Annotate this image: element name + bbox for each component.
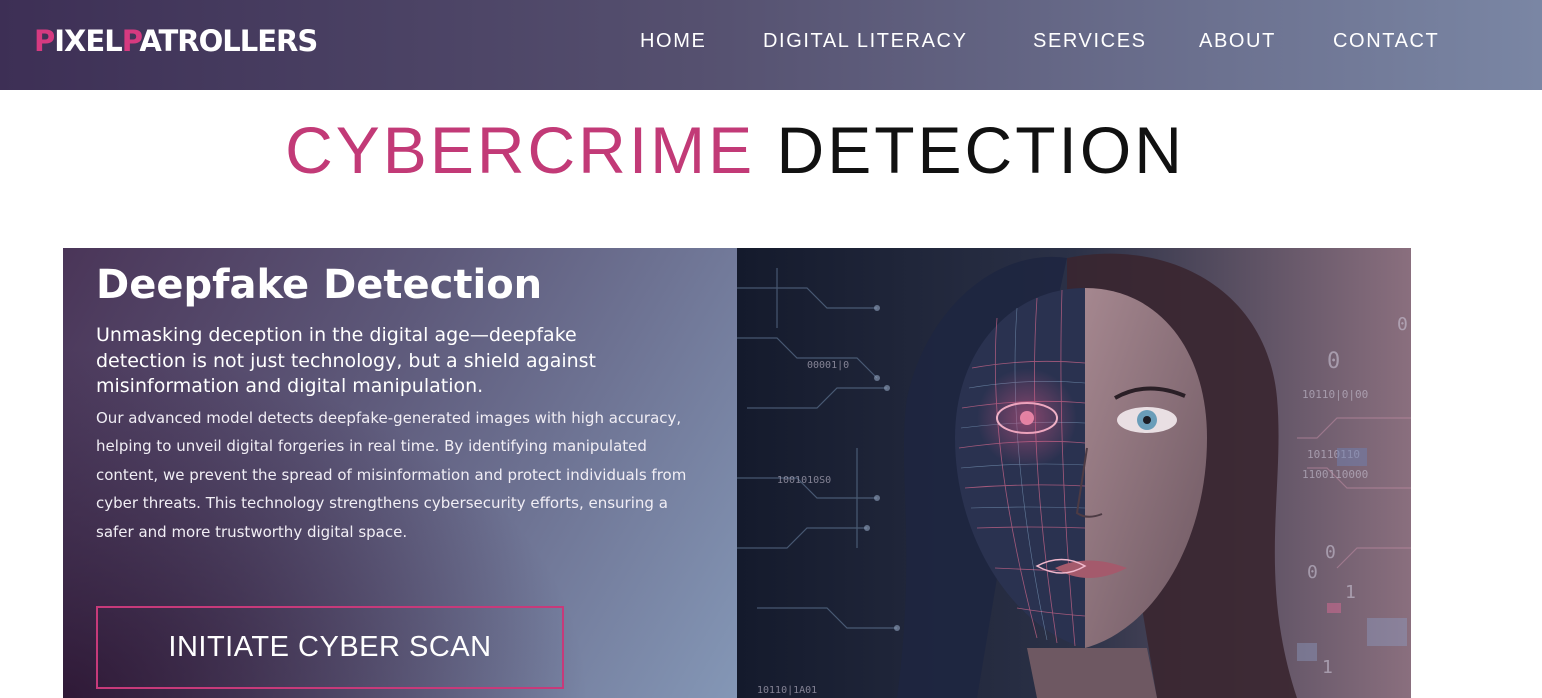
deepfake-card: Deepfake Detection Unmasking deception i…: [63, 248, 737, 698]
page-title-accent: CYBERCRIME: [285, 113, 756, 187]
svg-text:00001|0: 00001|0: [807, 360, 849, 371]
card-body: Our advanced model detects deepfake-gene…: [96, 409, 687, 541]
nav-link-contact[interactable]: CONTACT: [1333, 30, 1439, 53]
nav-link-digital-literacy[interactable]: DIGITAL LITERACY: [763, 30, 968, 53]
top-navbar: PIXELPATROLLERS HOME DIGITAL LITERACY SE…: [0, 0, 1542, 90]
svg-text:0: 0: [1327, 349, 1340, 374]
page-title-rest: DETECTION: [776, 113, 1185, 187]
svg-text:10110|1A01: 10110|1A01: [757, 685, 817, 696]
svg-text:1100110000: 1100110000: [1302, 468, 1368, 481]
svg-text:0: 0: [1397, 314, 1408, 335]
main-nav: HOME DIGITAL LITERACY SERVICES ABOUT CON…: [0, 30, 1542, 54]
svg-text:1001010S0: 1001010S0: [777, 475, 831, 486]
svg-text:1: 1: [1322, 657, 1333, 678]
nav-link-services[interactable]: SERVICES: [1033, 30, 1147, 53]
initiate-cyber-scan-button[interactable]: INITIATE CYBER SCAN: [96, 606, 564, 689]
page-title: CYBERCRIME DETECTION: [0, 112, 1470, 188]
nav-link-about[interactable]: ABOUT: [1199, 30, 1276, 53]
card-lead: Unmasking deception in the digital age—d…: [96, 324, 597, 397]
card-title: Deepfake Detection: [96, 262, 543, 308]
deepfake-illustration: 0 0 0 0 1 1 10110|0|00 10110110 11001100…: [737, 248, 1411, 698]
svg-text:1: 1: [1345, 582, 1356, 603]
svg-text:0: 0: [1325, 542, 1336, 563]
nav-link-home[interactable]: HOME: [640, 30, 706, 53]
svg-text:10110|0|00: 10110|0|00: [1302, 388, 1368, 401]
deepfake-face-image: 0 0 0 0 1 1 10110|0|00 10110110 11001100…: [737, 248, 1411, 698]
hero-section: Deepfake Detection Unmasking deception i…: [63, 248, 1411, 698]
svg-text:0: 0: [1307, 562, 1318, 583]
